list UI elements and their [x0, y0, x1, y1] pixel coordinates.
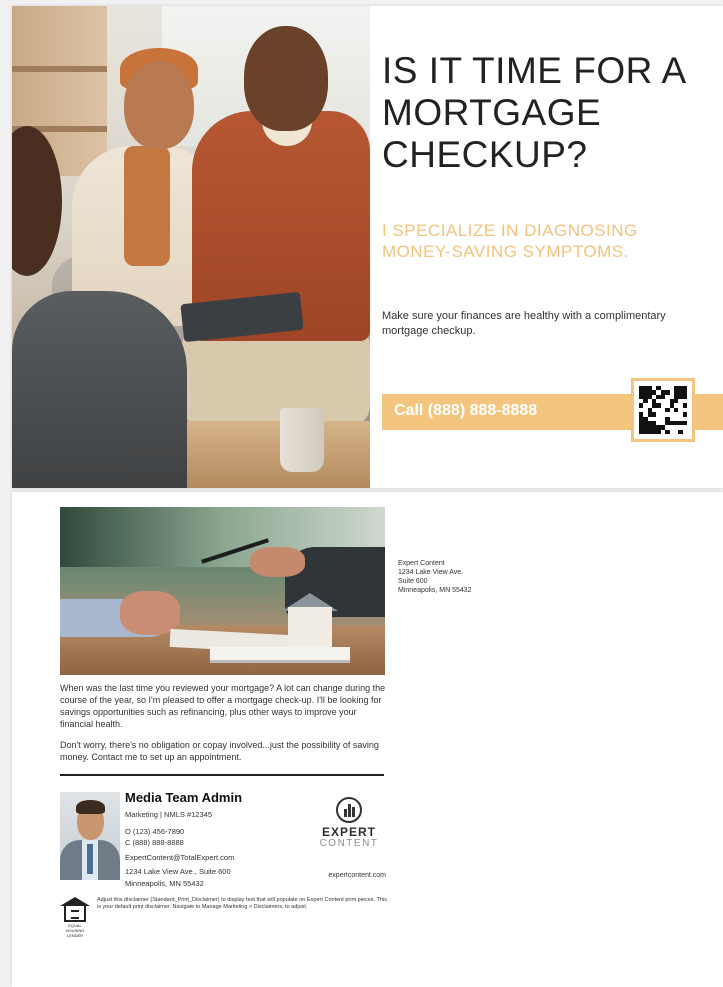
subheadline: I SPECIALIZE IN DIAGNOSING MONEY-SAVING …	[382, 221, 638, 261]
building-logo-icon	[336, 797, 362, 823]
agent-title: Marketing | NMLS #12345	[125, 810, 212, 819]
agent-email[interactable]: ExpertContent@TotalExpert.com	[125, 852, 234, 864]
expert-content-logo: EXPERT CONTENT	[314, 797, 384, 849]
letter-paragraph: Don't worry, there's no obligation or co…	[60, 740, 379, 762]
agent-contact-info: Marketing | NMLS #12345 O (123) 456-7890…	[125, 809, 234, 889]
agent-office-phone[interactable]: O (123) 456-7890	[125, 826, 234, 838]
call-phone-number[interactable]: Call (888) 888-8888	[394, 402, 537, 420]
house-model-icon	[288, 607, 332, 647]
letter-paragraph: When was the last time you reviewed your…	[60, 683, 386, 729]
couple-meeting-photo	[12, 6, 370, 488]
website-link[interactable]: expertcontent.com	[314, 872, 386, 879]
divider	[60, 774, 384, 776]
postcard-back: Expert Content 1234 Lake View Ave. Suite…	[12, 492, 723, 987]
agent-avatar	[60, 792, 120, 880]
front-body-text: Make sure your finances are healthy with…	[382, 310, 666, 337]
return-address: Expert Content 1234 Lake View Ave. Suite…	[398, 560, 472, 594]
signing-contract-photo	[60, 507, 385, 675]
qr-code	[631, 378, 695, 442]
agent-address-line1: 1234 Lake View Ave., Suite 600	[125, 867, 231, 876]
disclaimer-text: Adjust this disclaimer (Standard_Print_D…	[97, 897, 387, 910]
agent-address-line2: Minneapolis, MN 55432	[125, 878, 204, 888]
agent-name: Media Team Admin	[125, 790, 243, 805]
headline: IS IT TIME FOR A MORTGAGE CHECKUP?	[382, 50, 685, 175]
letter-body: When was the last time you reviewed your…	[60, 682, 390, 772]
postcard-front: IS IT TIME FOR A MORTGAGE CHECKUP? I SPE…	[12, 6, 723, 488]
agent-cell-phone[interactable]: C (888) 888-8888	[125, 837, 234, 849]
equal-housing-lender-icon: EQUAL HOUSING LENDER	[60, 897, 90, 938]
